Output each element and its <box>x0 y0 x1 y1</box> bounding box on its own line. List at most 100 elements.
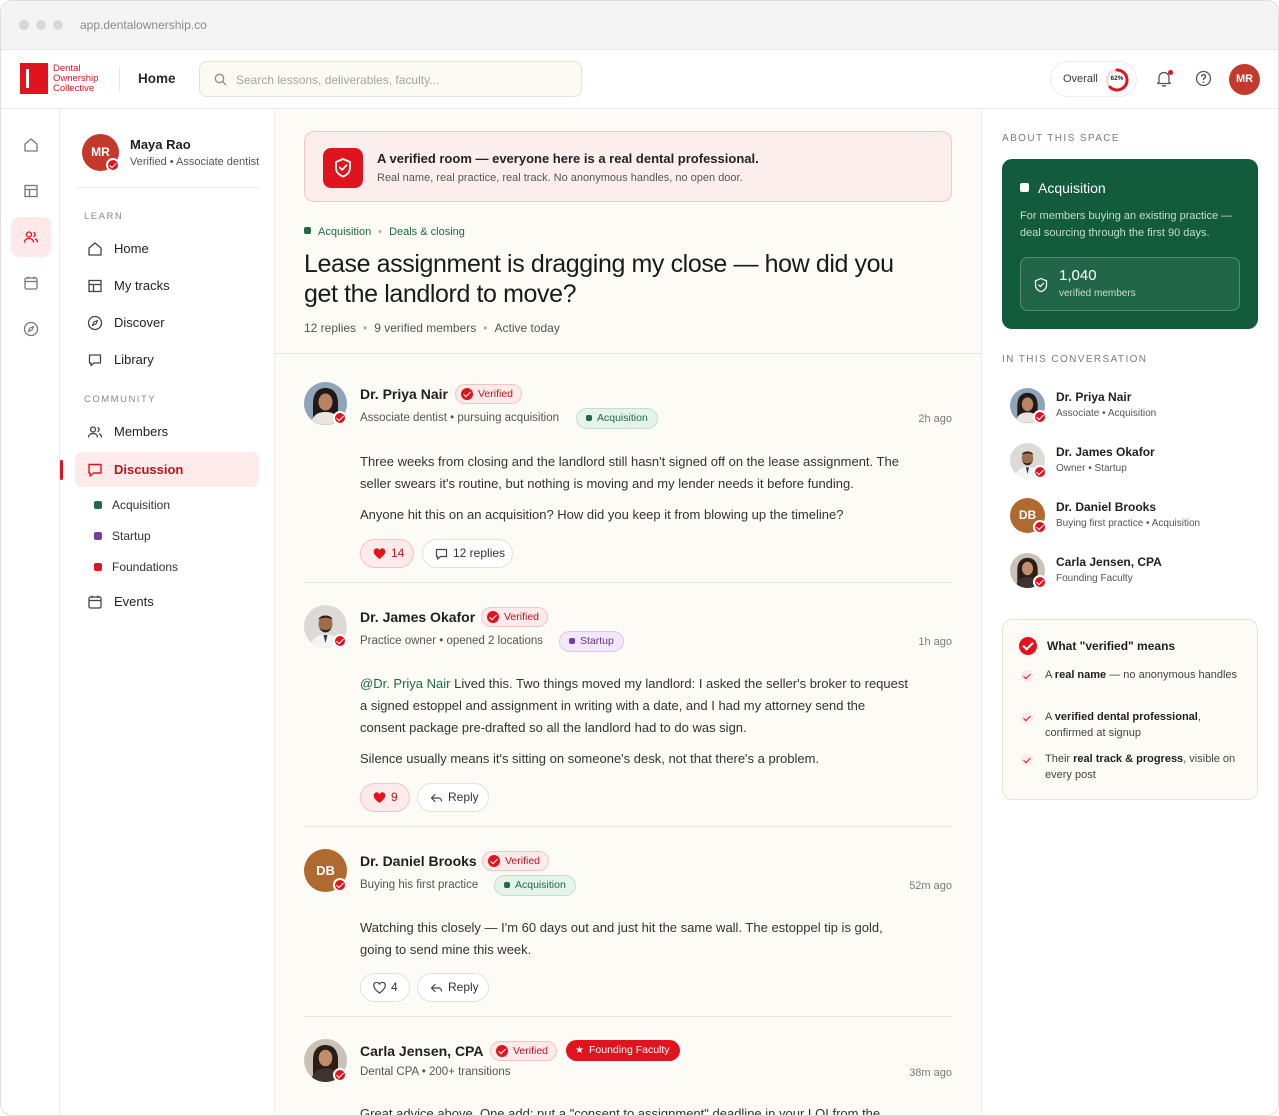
user-avatar[interactable]: MR <box>1229 64 1260 95</box>
sidebar-item-home[interactable]: Home <box>75 231 259 266</box>
space-card[interactable]: Acquisition For members buying an existi… <box>1002 159 1258 329</box>
founding-faculty-badge: ★ Founding Faculty <box>566 1040 680 1061</box>
space-label: Acquisition <box>112 498 171 512</box>
help-icon[interactable] <box>1195 70 1212 87</box>
sidebar-item-library[interactable]: Library <box>75 342 259 377</box>
author-name[interactable]: Carla Jensen, CPA <box>360 1043 483 1059</box>
reply-button[interactable]: Reply <box>417 973 489 1002</box>
post: Carla Jensen, CPA Verified ★ Founding Fac… <box>304 1039 952 1115</box>
participant-name: Dr. Daniel Brooks <box>1056 500 1157 514</box>
app-window: app.dentalownership.co Dental Ownership … <box>0 0 1279 1116</box>
compass-icon <box>87 315 103 331</box>
sidebar: MR Maya Rao Verified • Associate dentist… <box>60 109 275 1115</box>
post: Dr. James Okafor Verified Practice owner… <box>304 605 952 812</box>
like-count: 9 <box>391 790 398 804</box>
sidebar-item-discussion[interactable]: Discussion <box>75 452 259 487</box>
activity-status: Active today <box>494 321 560 335</box>
sidebar-item-my-tracks[interactable]: My tracks <box>75 268 259 303</box>
brand-logo-icon[interactable] <box>20 63 48 94</box>
author-role: Associate dentist • pursuing acquisition <box>360 412 559 424</box>
divider <box>75 187 260 188</box>
community-section-label: COMMUNITY <box>84 394 157 405</box>
like-button[interactable]: 9 <box>360 783 410 812</box>
verified-check-icon <box>1033 410 1047 424</box>
about-section-label: ABOUT THIS SPACE <box>1002 133 1120 144</box>
conversation-section-label: IN THIS CONVERSATION <box>1002 354 1148 365</box>
badge-label: Founding Faculty <box>589 1044 670 1056</box>
replies-button[interactable]: 12 replies <box>422 539 513 568</box>
verified-badge: Verified <box>490 1041 558 1061</box>
author-name[interactable]: Dr. Daniel Brooks <box>360 853 477 869</box>
sidebar-item-discover[interactable]: Discover <box>75 305 259 340</box>
search-input[interactable] <box>236 71 566 89</box>
shield-icon <box>323 148 363 188</box>
verified-point-text: Their real track & progress, visible on … <box>1045 753 1236 781</box>
discussion-thread: A verified room — everyone here is a rea… <box>275 109 982 1115</box>
check-icon <box>1021 670 1033 682</box>
rail-events[interactable] <box>11 263 51 303</box>
post-paragraph: Anyone hit this on an acquisition? How d… <box>360 507 844 522</box>
check-icon <box>1021 712 1033 724</box>
chat-icon <box>88 463 102 477</box>
verified-check-icon <box>1033 575 1047 589</box>
space-color-dot <box>94 563 102 571</box>
verified-check-icon <box>333 634 347 648</box>
space-tag[interactable]: Acquisition <box>576 408 658 429</box>
browser-chrome: app.dentalownership.co <box>1 1 1278 50</box>
sidebar-item-events[interactable]: Events <box>75 584 259 619</box>
rail-discover[interactable] <box>11 309 51 349</box>
reply-button[interactable]: Reply <box>417 783 489 812</box>
participant-role: Buying first practice • Acquisition <box>1056 518 1201 529</box>
sidebar-item-label: Members <box>114 424 169 439</box>
post-paragraph: Watching this closely — I'm 60 days out … <box>360 920 883 957</box>
profile-subtitle: Verified • Associate dentist <box>130 156 260 168</box>
search-box[interactable] <box>199 61 582 97</box>
space-tag[interactable]: Acquisition <box>494 875 576 896</box>
space-color-dot <box>304 227 311 234</box>
participant[interactable]: Dr. James Okafor Owner • Startup <box>1010 443 1260 481</box>
space-name: Acquisition <box>1038 180 1106 196</box>
like-count: 4 <box>391 980 398 994</box>
verified-point-text: A verified dental professional, confirme… <box>1045 711 1201 739</box>
thread-topic-link[interactable]: Deals & closing <box>389 226 465 238</box>
verified-check-icon <box>1033 465 1047 479</box>
participant[interactable]: Carla Jensen, CPA Founding Faculty <box>1010 553 1260 591</box>
rail-tracks[interactable] <box>11 171 51 211</box>
space-color-dot <box>94 501 102 509</box>
divider <box>119 67 120 91</box>
window-minimize-dot[interactable] <box>36 20 46 30</box>
space-description: For members buying an existing practice … <box>1020 210 1233 239</box>
breadcrumb[interactable]: Home <box>138 71 176 86</box>
like-button[interactable]: 14 <box>360 539 414 568</box>
window-close-dot[interactable] <box>19 20 29 30</box>
address-bar[interactable]: app.dentalownership.co <box>80 18 207 32</box>
reply-arrow-icon <box>430 793 443 803</box>
space-icon <box>1020 183 1029 192</box>
overall-label: Overall <box>1063 73 1098 85</box>
verified-check-icon <box>106 158 120 172</box>
active-indicator <box>60 460 63 480</box>
participant[interactable]: Dr. Priya Nair Associate • Acquisition <box>1010 388 1260 426</box>
window-maximize-dot[interactable] <box>53 20 63 30</box>
divider <box>304 582 952 583</box>
verified-point-text: A real name — no anonymous handles <box>1045 669 1238 681</box>
search-icon <box>214 73 227 86</box>
rail-home[interactable] <box>11 125 51 165</box>
like-button[interactable]: 4 <box>360 973 410 1002</box>
space-tag[interactable]: Startup <box>559 631 624 652</box>
brand-name[interactable]: Dental Ownership Collective <box>53 64 98 94</box>
rail-community[interactable] <box>11 217 51 257</box>
sidebar-item-members[interactable]: Members <box>75 414 259 449</box>
verified-check-icon <box>1019 637 1037 655</box>
reply-label: Reply <box>448 980 479 994</box>
mention-link[interactable]: @Dr. Priya Nair <box>360 676 451 691</box>
overall-progress[interactable]: Overall 62% <box>1050 61 1137 97</box>
thread-meta: 12 replies • 9 verified members • Active tod… <box>304 321 560 335</box>
author-name[interactable]: Dr. Priya Nair <box>360 386 448 402</box>
profile-name[interactable]: Maya Rao <box>130 137 191 152</box>
participant[interactable]: DB Dr. Daniel Brooks Buying first practi… <box>1010 498 1260 536</box>
author-name[interactable]: Dr. James Okafor <box>360 609 475 625</box>
participant-name: Dr. James Okafor <box>1056 445 1155 459</box>
sidebar-item-label: Events <box>114 594 154 609</box>
thread-space-link[interactable]: Acquisition <box>318 226 371 238</box>
